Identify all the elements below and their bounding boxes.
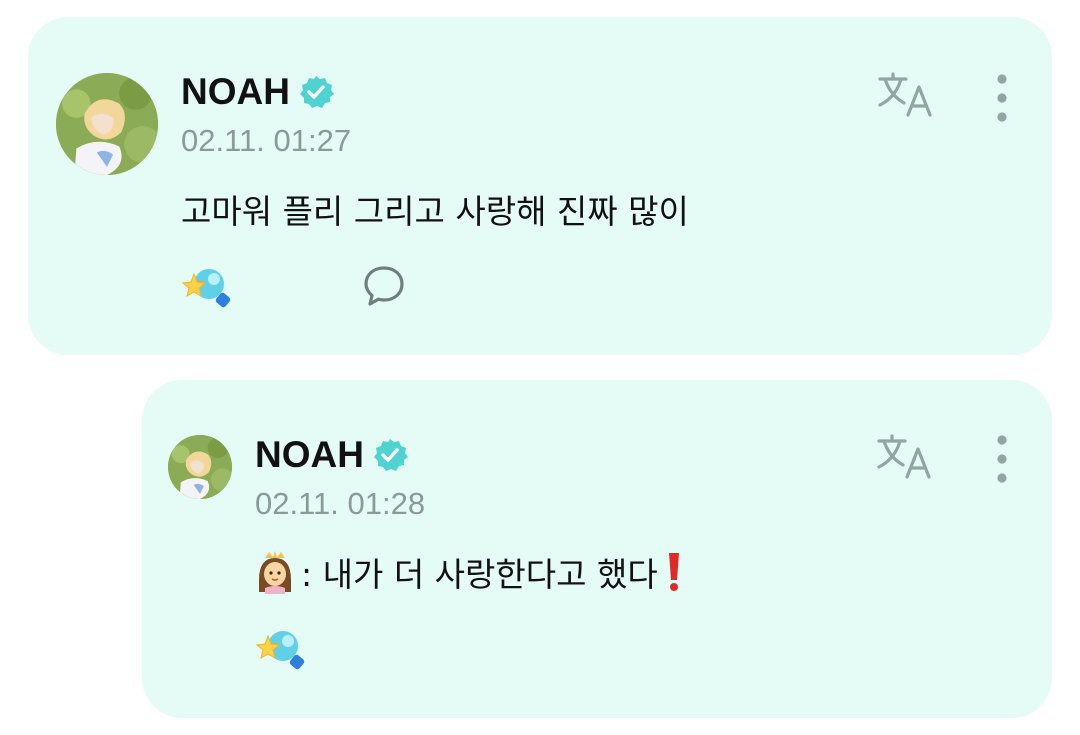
post-text-row: : 내가 더 사랑한다고 했다	[255, 548, 684, 596]
translate-icon[interactable]	[876, 71, 934, 119]
star-light-reaction-icon[interactable]	[255, 626, 305, 672]
post-text: : 내가 더 사랑한다고 했다	[301, 555, 658, 594]
comment-bubble-icon[interactable]	[362, 264, 406, 308]
timestamp: 02.11. 01:27	[181, 123, 352, 158]
verified-badge-icon	[298, 74, 334, 110]
avatar[interactable]	[168, 435, 232, 499]
red-exclamation-emoji	[668, 553, 679, 591]
author-name[interactable]: NOAH	[255, 432, 408, 478]
post-text: 고마워 플리 그리고 사랑해 진짜 많이	[181, 192, 689, 231]
princess-emoji	[259, 551, 291, 594]
post-card-2: NOAH 02.11. 01:28 : 내가 더 사랑한다고 했다	[142, 380, 1052, 718]
timestamp: 02.11. 01:28	[255, 486, 426, 521]
author-name-text: NOAH	[255, 434, 364, 475]
avatar[interactable]	[56, 73, 158, 175]
post-card-1: NOAH 02.11. 01:27 고마워 플리 그리고 사랑해 진짜 많이	[28, 17, 1052, 355]
translate-icon[interactable]	[875, 433, 933, 481]
author-name-text: NOAH	[181, 71, 290, 112]
star-light-reaction-icon[interactable]	[181, 264, 231, 310]
author-name[interactable]: NOAH	[181, 69, 334, 115]
more-vertical-icon[interactable]	[994, 434, 1010, 484]
more-vertical-icon[interactable]	[994, 73, 1010, 123]
verified-badge-icon	[372, 437, 408, 473]
